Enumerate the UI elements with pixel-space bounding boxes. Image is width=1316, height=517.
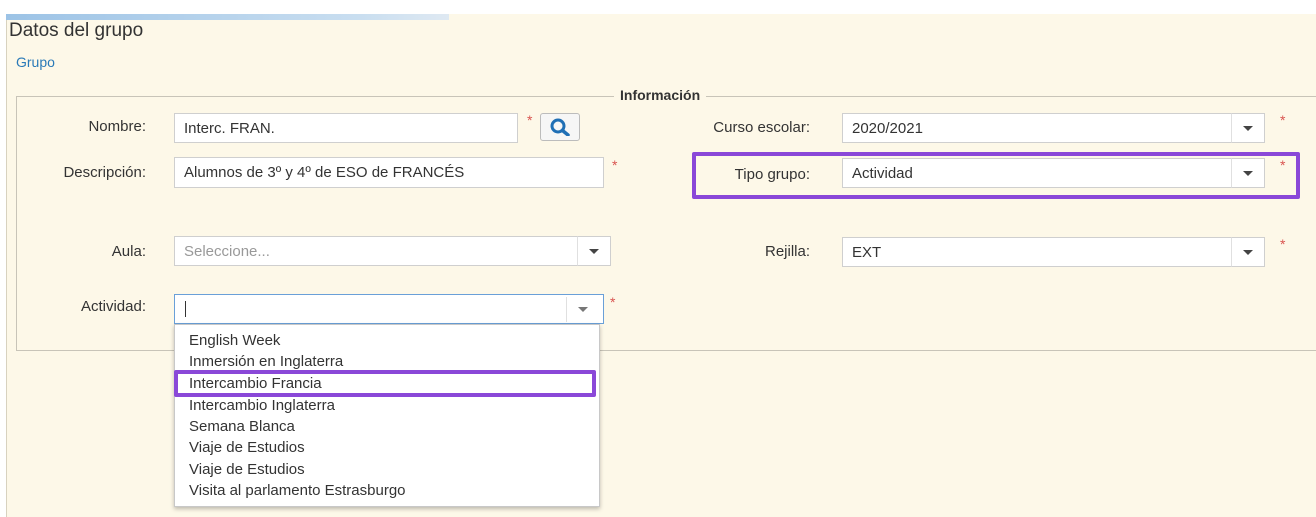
nombre-field[interactable]: Interc. FRAN. [174, 113, 518, 143]
dropdown-option[interactable]: Semana Blanca [189, 418, 295, 435]
curso-escolar-select[interactable]: 2020/2021 [842, 113, 1232, 143]
descripcion-field[interactable]: Alumnos de 3º y 4º de ESO de FRANCÉS [174, 157, 604, 188]
curso-dropdown-toggle[interactable] [1231, 113, 1265, 143]
search-button[interactable] [540, 113, 580, 141]
fieldset-legend: Información [614, 87, 707, 103]
curso-escolar-label: Curso escolar: [713, 119, 810, 136]
actividad-label: Actividad: [80, 298, 146, 315]
aula-label: Aula: [111, 243, 146, 260]
nombre-required-mark: * [527, 112, 533, 128]
aula-dropdown-toggle[interactable] [577, 236, 611, 266]
rejilla-label: Rejilla: [764, 243, 810, 260]
dropdown-option[interactable]: Inmersión en Inglaterra [189, 353, 343, 370]
chevron-down-icon [1243, 125, 1253, 131]
aula-select[interactable]: Seleccione... [174, 236, 578, 266]
page-title: Datos del grupo [9, 20, 144, 41]
rejilla-select[interactable]: EXT [842, 237, 1232, 267]
dropdown-option[interactable]: Viaje de Estudios [189, 439, 305, 456]
descripcion-label: Descripción: [63, 164, 146, 181]
group-tab-link[interactable]: Grupo [16, 54, 55, 70]
curso-required-mark: * [1280, 112, 1286, 128]
dropdown-option[interactable]: Visita al parlamento Estrasburgo [189, 482, 406, 499]
dropdown-option[interactable]: English Week [189, 332, 280, 349]
actividad-dropdown-toggle[interactable] [566, 297, 598, 322]
nombre-label: Nombre: [88, 118, 146, 135]
actividad-dropdown-list: English Week Inmersión en Inglaterra Int… [174, 324, 600, 507]
search-icon [550, 118, 570, 136]
text-cursor [185, 301, 186, 317]
tipo-grupo-highlight [692, 152, 1300, 199]
descripcion-required-mark: * [612, 157, 618, 173]
actividad-required-mark: * [610, 294, 616, 310]
actividad-combobox[interactable] [174, 294, 604, 324]
chevron-down-icon [589, 248, 599, 254]
dropdown-option[interactable]: Intercambio Inglaterra [189, 397, 335, 414]
dropdown-option[interactable]: Viaje de Estudios [189, 461, 305, 478]
chevron-down-icon [577, 307, 588, 312]
chevron-down-icon [1243, 249, 1253, 255]
rejilla-required-mark: * [1280, 236, 1286, 252]
rejilla-dropdown-toggle[interactable] [1231, 237, 1265, 267]
intercambio-francia-highlight [174, 370, 596, 397]
